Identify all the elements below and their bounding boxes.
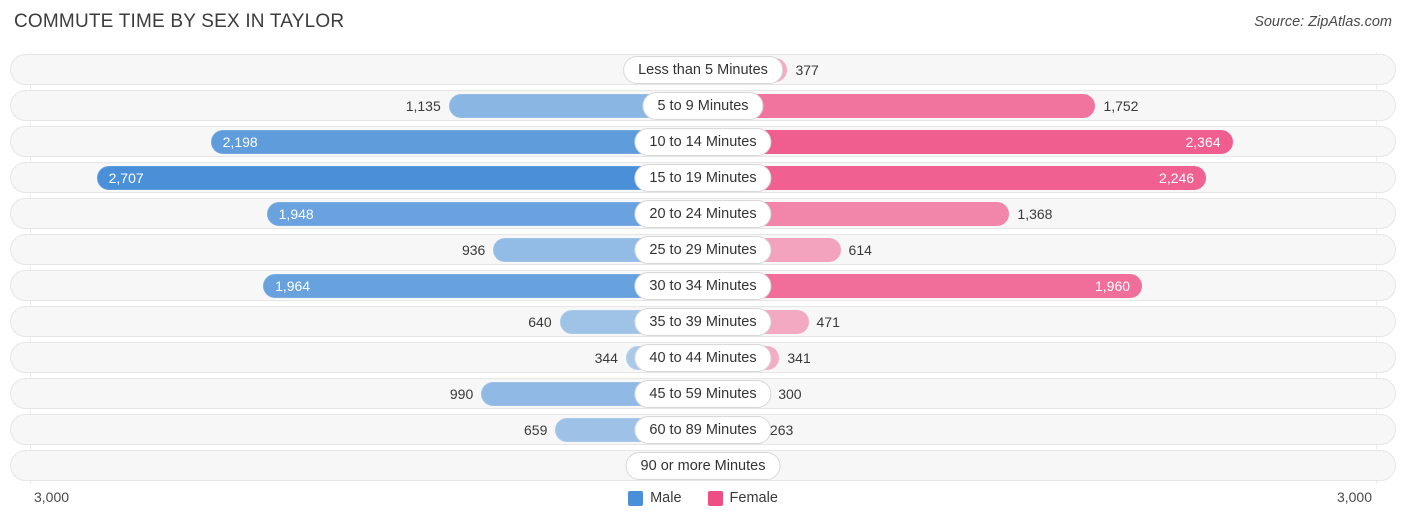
value-label-male: 1,948: [278, 206, 314, 222]
value-label-female: 263: [769, 422, 794, 438]
legend-label: Male: [650, 490, 682, 506]
category-label-pill[interactable]: 60 to 89 Minutes: [634, 416, 772, 444]
chart-row: 659 263 60 to 89 Minutes: [0, 412, 1406, 448]
value-label-male: 640: [528, 314, 552, 330]
chart-row: 2,707 2,246 15 to 19 Minutes: [0, 160, 1406, 196]
value-label-female: 2,246: [1159, 170, 1195, 186]
page-title: COMMUTE TIME BY SEX IN TAYLOR: [14, 11, 345, 32]
value-label-male: 1,964: [275, 278, 311, 294]
category-label-pill[interactable]: 5 to 9 Minutes: [642, 92, 764, 120]
chart-footer: 3,000 3,000 Male Female: [0, 486, 1406, 523]
bar-male[interactable]: [210, 130, 703, 154]
category-label-pill[interactable]: 90 or more Minutes: [625, 452, 781, 480]
value-label-female: 377: [795, 62, 819, 78]
chart-row: 640 471 35 to 39 Minutes: [0, 304, 1406, 340]
chart-row: 169 377 Less than 5 Minutes: [0, 52, 1406, 88]
value-label-male: 188: [0, 454, 653, 478]
chart-row: 1,964 1,960 30 to 34 Minutes: [0, 268, 1406, 304]
category-label-pill[interactable]: 15 to 19 Minutes: [634, 164, 772, 192]
bar-female[interactable]: [703, 130, 1233, 154]
value-label-female: 471: [816, 314, 840, 330]
row-bars: 990 300 45 to 59 Minutes: [0, 376, 1406, 412]
chart-row: 2,198 2,364 10 to 14 Minutes: [0, 124, 1406, 160]
value-label-female: 300: [778, 386, 802, 402]
value-label-male: 659: [524, 422, 548, 438]
chart-row: 936 614 25 to 29 Minutes: [0, 232, 1406, 268]
value-label-male: 1,135: [405, 98, 441, 114]
value-label-female: 1,752: [1103, 98, 1139, 114]
value-label-female: 2,364: [1185, 134, 1221, 150]
category-label-pill[interactable]: 10 to 14 Minutes: [634, 128, 772, 156]
value-label-male: 344: [594, 350, 618, 366]
row-bars: 1,135 1,752 5 to 9 Minutes: [0, 88, 1406, 124]
chart-row: 1,948 1,368 20 to 24 Minutes: [0, 196, 1406, 232]
legend-swatch-icon: [628, 490, 644, 506]
value-label-male: 936: [461, 242, 486, 258]
category-label-pill[interactable]: Less than 5 Minutes: [623, 56, 783, 84]
bar-female[interactable]: [703, 166, 1207, 190]
category-label-pill[interactable]: 35 to 39 Minutes: [634, 308, 772, 336]
commute-time-chart: COMMUTE TIME BY SEX IN TAYLOR Source: Zi…: [0, 0, 1406, 523]
category-label-pill[interactable]: 25 to 29 Minutes: [634, 236, 772, 264]
row-bars: 936 614 25 to 29 Minutes: [0, 232, 1406, 268]
category-label-pill[interactable]: 30 to 34 Minutes: [634, 272, 772, 300]
legend-item-male[interactable]: Male: [628, 490, 682, 506]
value-label-female: 1,960: [1094, 278, 1131, 294]
chart-header: COMMUTE TIME BY SEX IN TAYLOR Source: Zi…: [0, 0, 1406, 46]
category-label-pill[interactable]: 40 to 44 Minutes: [634, 344, 772, 372]
row-bars: 2,707 2,246 15 to 19 Minutes: [0, 160, 1406, 196]
chart-row: 1,135 1,752 5 to 9 Minutes: [0, 88, 1406, 124]
value-label-male: 990: [449, 386, 474, 402]
value-label-female: 1,368: [1017, 206, 1053, 222]
value-label-male: 2,707: [108, 170, 144, 186]
row-bars: 169 377 Less than 5 Minutes: [0, 52, 1406, 88]
source-attribution: Source: ZipAtlas.com: [1254, 14, 1392, 30]
value-label-female: 614: [848, 242, 872, 258]
row-bars: 2,198 2,364 10 to 14 Minutes: [0, 124, 1406, 160]
row-bars: 659 263 60 to 89 Minutes: [0, 412, 1406, 448]
legend-swatch-icon: [707, 490, 723, 506]
chart-row: 18811790 or more Minutes: [0, 448, 1406, 484]
value-label-male: 2,198: [222, 134, 258, 150]
value-label-male: 169: [0, 58, 657, 82]
row-bars: 640 471 35 to 39 Minutes: [0, 304, 1406, 340]
row-bars: 344 341 40 to 44 Minutes: [0, 340, 1406, 376]
chart-legend: Male Female: [0, 490, 1406, 506]
bar-male[interactable]: [96, 166, 703, 190]
chart-row: 990 300 45 to 59 Minutes: [0, 376, 1406, 412]
chart-row: 344 341 40 to 44 Minutes: [0, 340, 1406, 376]
legend-item-female[interactable]: Female: [707, 490, 778, 506]
plot-area: 169 377 Less than 5 Minutes 1,135 1,752 5 to …: [0, 52, 1406, 484]
category-label-pill[interactable]: 45 to 59 Minutes: [634, 380, 772, 408]
row-bars: 1,964 1,960 30 to 34 Minutes: [0, 268, 1406, 304]
category-label-pill[interactable]: 20 to 24 Minutes: [634, 200, 772, 228]
row-bars: 18811790 or more Minutes: [0, 448, 1406, 484]
legend-label: Female: [729, 490, 778, 506]
row-bars: 1,948 1,368 20 to 24 Minutes: [0, 196, 1406, 232]
value-label-female: 341: [787, 350, 811, 366]
